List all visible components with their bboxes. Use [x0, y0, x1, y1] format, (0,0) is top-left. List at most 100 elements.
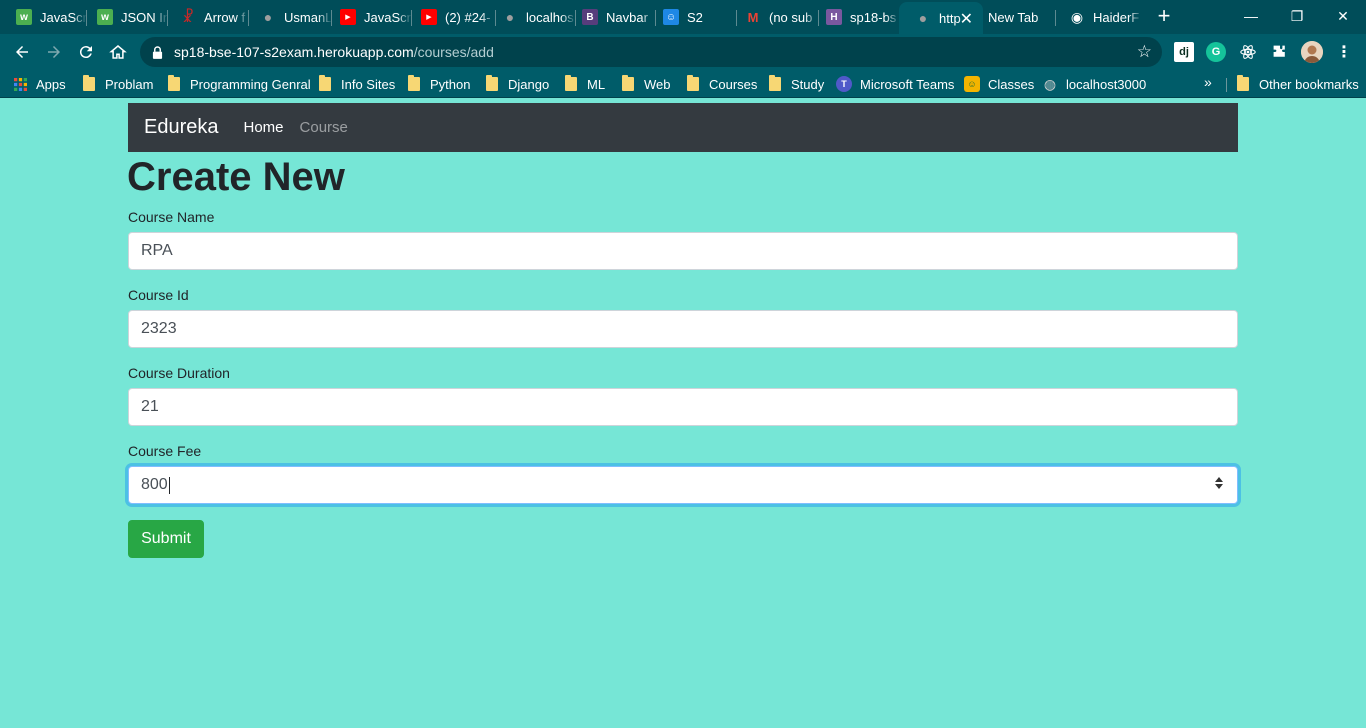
tab-title: HaiderF — [1093, 9, 1140, 25]
folder-icon — [1237, 75, 1249, 91]
course-name-label: Course Name — [128, 209, 215, 225]
more-bookmarks-button[interactable]: » — [1204, 74, 1212, 90]
browser-tab[interactable]: ◉ HaiderF — [1053, 0, 1143, 34]
browser-tab[interactable]: ▶ JavaScr — [324, 0, 412, 34]
bookmark-folder[interactable]: Web — [622, 74, 671, 94]
bookmark-label: ML — [587, 76, 606, 92]
apps-grid-icon — [12, 76, 28, 92]
django-extension-icon[interactable]: dj — [1174, 42, 1194, 62]
bookmark-folder[interactable]: Programming Genral — [168, 74, 311, 94]
bookmark-label: Info Sites — [341, 76, 396, 92]
bookmark-other[interactable]: Other bookmarks — [1237, 74, 1359, 94]
restore-button[interactable]: ❐ — [1274, 0, 1320, 32]
bookmark-apps[interactable]: Apps — [12, 74, 66, 94]
bookmark-folder[interactable]: ML — [565, 74, 605, 94]
browser-tab[interactable]: B Navbar — [566, 0, 656, 34]
bookmark-label: Web — [644, 76, 671, 92]
reload-icon — [79, 46, 92, 59]
browser-tab[interactable]: ● UsmanL — [244, 0, 332, 34]
course-id-input[interactable]: 2323 — [128, 310, 1238, 348]
bookmark-classes[interactable]: ☺ Classes — [964, 74, 1034, 94]
course-fee-label: Course Fee — [128, 443, 202, 459]
teams-icon: T — [836, 76, 852, 92]
nav-link-course[interactable]: Course — [300, 119, 348, 136]
bookmark-folder[interactable]: Django — [486, 74, 549, 94]
folder-icon — [565, 75, 577, 91]
number-spinner[interactable] — [1215, 477, 1223, 489]
heroku-icon: H — [826, 9, 842, 25]
folder-icon — [486, 75, 498, 91]
course-fee-input[interactable]: 800 — [128, 466, 1238, 504]
browser-tab[interactable]: H sp18-bs — [810, 0, 900, 34]
folder-icon — [622, 75, 634, 91]
nav-link-home[interactable]: Home — [244, 119, 284, 136]
browser-tab[interactable]: w JSON In — [81, 0, 168, 34]
spinner-up-icon[interactable] — [1215, 477, 1223, 482]
classroom-icon: ☺ — [964, 76, 980, 92]
navbar-brand[interactable]: Edureka — [144, 116, 219, 139]
course-name-input[interactable]: RPA — [128, 232, 1238, 270]
folder-icon — [319, 75, 331, 91]
address-bar[interactable]: sp18-bse-107-s2exam.herokuapp.com/course… — [140, 37, 1162, 67]
w3-icon: w — [16, 9, 32, 25]
close-window-button[interactable]: ✕ — [1320, 0, 1366, 32]
arrow-left-icon — [16, 46, 28, 58]
folder-icon — [769, 75, 781, 91]
site-navbar: Edureka Home Course — [128, 103, 1238, 152]
bookmark-folder[interactable]: Info Sites — [319, 74, 395, 94]
w3-icon: w — [97, 9, 113, 25]
browser-tab[interactable]: ▶ (2) #24- — [405, 0, 496, 34]
spinner-down-icon[interactable] — [1215, 484, 1223, 489]
browser-tab[interactable]: ☺ S2 — [647, 0, 737, 34]
bookmark-label: Python — [430, 76, 471, 92]
minimize-button[interactable]: — — [1228, 0, 1274, 32]
course-duration-input[interactable]: 21 — [128, 388, 1238, 426]
bookmark-star-icon[interactable]: ☆ — [1137, 43, 1152, 60]
github-icon: ◉ — [1070, 8, 1084, 25]
submit-button[interactable]: Submit — [128, 520, 204, 558]
browser-tab[interactable]: ● localhos — [486, 0, 576, 34]
bookmark-folder[interactable]: Problam — [83, 74, 153, 94]
browser-tab[interactable]: New Tab — [972, 0, 1056, 34]
home-icon — [109, 45, 127, 59]
forward-button[interactable] — [42, 40, 66, 64]
bookmark-label: Other bookmarks — [1259, 76, 1359, 92]
back-button[interactable] — [10, 40, 34, 64]
profile-avatar[interactable] — [1301, 41, 1323, 63]
bookmark-label: Programming Genral — [190, 76, 311, 92]
page-title: Create New — [127, 155, 345, 199]
bookmark-label: Classes — [988, 76, 1035, 92]
bootstrap-icon: B — [582, 9, 598, 25]
bookmark-teams[interactable]: T Microsoft Teams — [836, 74, 954, 94]
browser-tab[interactable]: ☧ Arrow f — [164, 0, 249, 34]
bookmark-label: Study — [791, 76, 825, 92]
bookmark-folder[interactable]: Courses — [687, 74, 757, 94]
figure-icon: ☧ — [182, 9, 194, 26]
menu-kebab-icon[interactable]: ⋮ — [1334, 42, 1354, 62]
grammarly-icon[interactable]: G — [1206, 42, 1226, 62]
bookmark-label: Microsoft Teams — [860, 76, 955, 92]
tab-title: Arrow f — [204, 9, 246, 25]
browser-tab[interactable]: w JavaScr — [0, 0, 87, 34]
globe-icon: ● — [505, 9, 515, 25]
bookmark-localhost[interactable]: ◍ localhost3000 — [1042, 74, 1146, 94]
course-duration-label: Course Duration — [128, 365, 230, 381]
bookmark-folder[interactable]: Python — [408, 74, 470, 94]
folder-icon — [687, 75, 699, 91]
new-tab-button[interactable]: + — [1153, 5, 1175, 28]
browser-tab-active[interactable]: ● http ✕ — [899, 2, 983, 34]
url-text: sp18-bse-107-s2exam.herokuapp.com/course… — [174, 44, 494, 60]
browser-tab[interactable]: M (no sub — [729, 0, 819, 34]
extensions-puzzle-icon[interactable] — [1270, 42, 1290, 62]
globe-icon: ◍ — [1043, 75, 1057, 92]
folder-icon — [408, 75, 420, 91]
folder-icon — [83, 75, 95, 91]
bookmark-folder[interactable]: Study — [769, 74, 824, 94]
close-tab-icon[interactable]: ✕ — [960, 9, 973, 29]
bookmarks-bar: Apps Problam Programming Genral Info Sit… — [0, 70, 1366, 98]
home-button[interactable] — [106, 40, 130, 64]
react-devtools-icon[interactable] — [1238, 42, 1258, 62]
bookmark-label: Problam — [105, 76, 154, 92]
browser-toolbar: sp18-bse-107-s2exam.herokuapp.com/course… — [0, 34, 1366, 70]
reload-button[interactable] — [74, 40, 98, 64]
